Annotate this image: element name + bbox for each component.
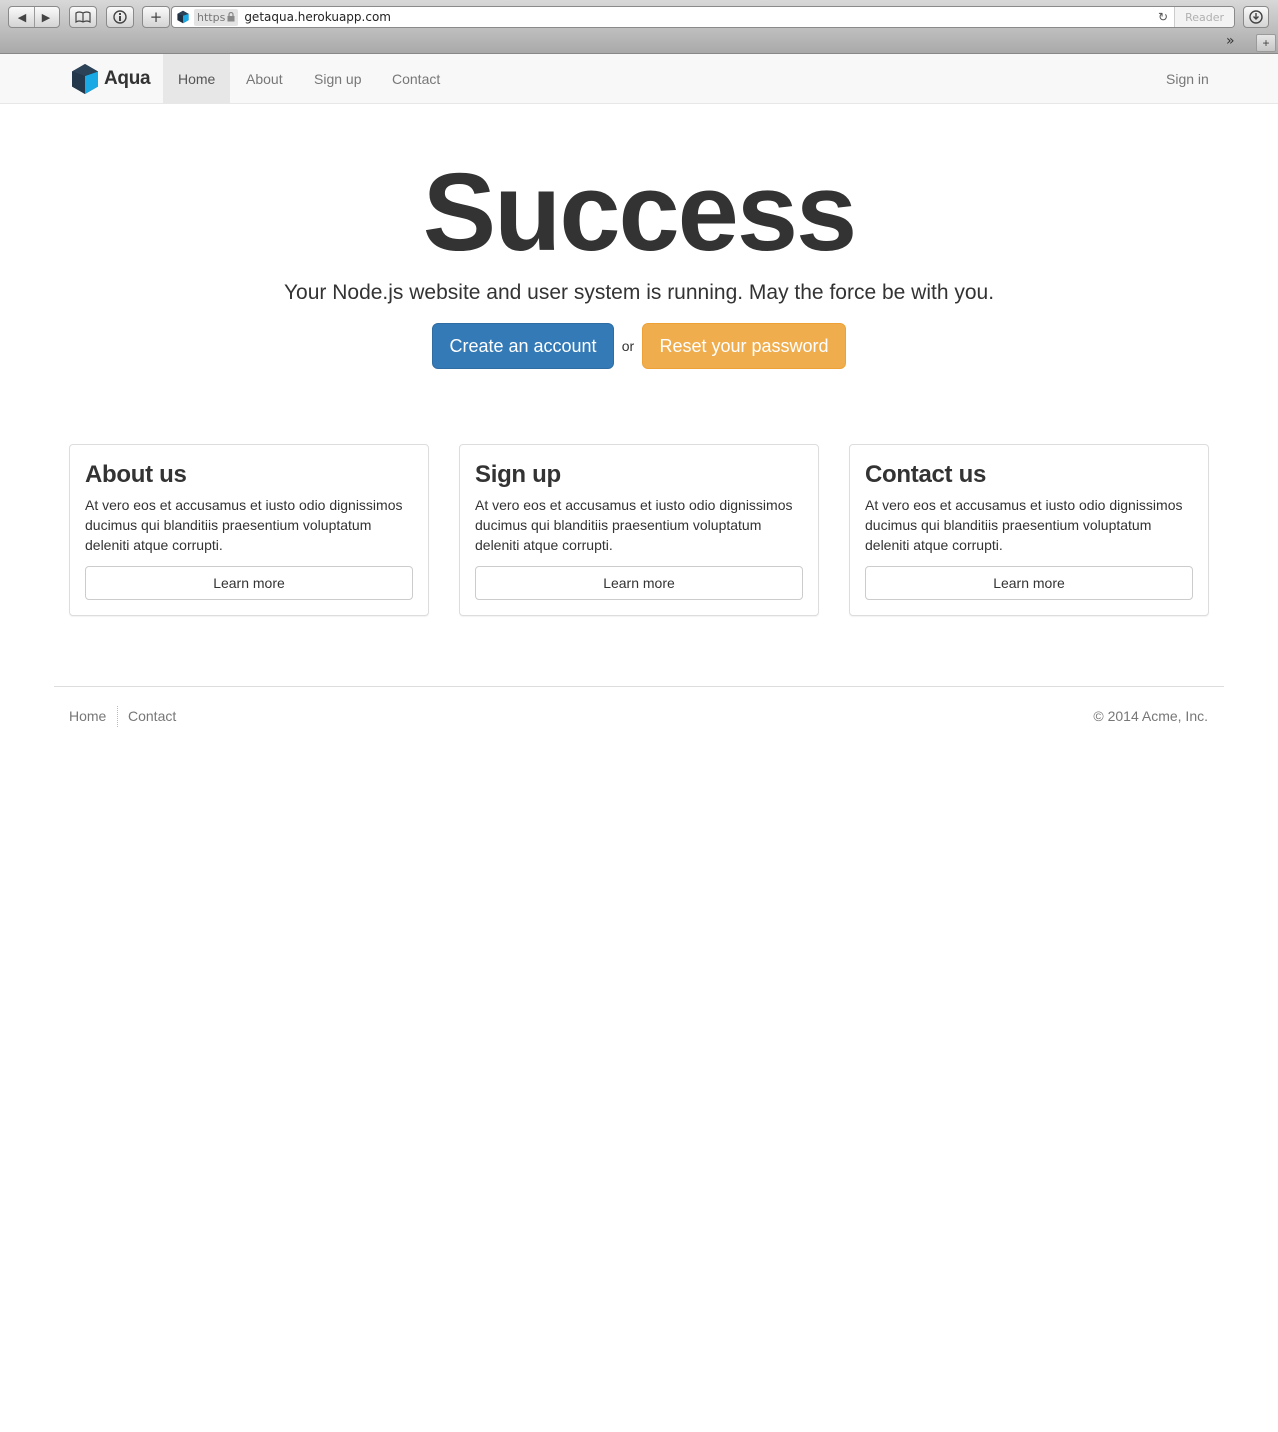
panel-body: At vero eos et accusamus et iusto odio d…	[85, 497, 403, 553]
footer-divider	[54, 686, 1224, 687]
url-scheme-label: https	[197, 10, 226, 24]
reload-icon[interactable]: ↻	[1158, 10, 1168, 24]
new-tab-button[interactable]: +	[1256, 34, 1276, 52]
url-scheme: https	[194, 8, 239, 26]
nav-home[interactable]: Home	[163, 54, 231, 103]
nav-sign-up[interactable]: Sign up	[299, 54, 376, 103]
bookmarks-button[interactable]	[69, 6, 97, 28]
learn-more-button[interactable]: Learn more	[865, 566, 1193, 600]
aqua-favicon-icon	[177, 10, 189, 24]
plus-icon: +	[149, 8, 163, 26]
panel-title: Contact us	[865, 461, 987, 488]
nav-sign-in[interactable]: Sign in	[1151, 54, 1224, 103]
footer-separator	[117, 706, 118, 727]
learn-more-button[interactable]: Learn more	[475, 566, 803, 600]
panel-body: At vero eos et accusamus et iusto odio d…	[865, 497, 1183, 553]
reader-button[interactable]: Reader	[1174, 7, 1234, 27]
panel-body: At vero eos et accusamus et iusto odio d…	[475, 497, 793, 553]
nav-contact[interactable]: Contact	[377, 54, 455, 103]
book-icon	[75, 11, 91, 23]
panel-sign-up: Sign up At vero eos et accusamus et iust…	[459, 444, 819, 616]
reset-password-button[interactable]: Reset your password	[642, 323, 846, 369]
copyright: © 2014 Acme, Inc.	[1093, 708, 1208, 724]
panel-about-us: About us At vero eos et accusamus et ius…	[69, 444, 429, 616]
top-sites-button[interactable]	[106, 6, 134, 28]
add-bookmark-button[interactable]: +	[142, 6, 170, 28]
browser-chrome: ◀ ▶ + https getaqua.herokuapp.com ↻ Read…	[0, 0, 1278, 54]
brand-link[interactable]: Aqua	[70, 63, 151, 95]
panel-title: About us	[85, 461, 187, 488]
learn-more-button[interactable]: Learn more	[85, 566, 413, 600]
aqua-logo-icon	[72, 64, 98, 94]
bookmarks-overflow-icon[interactable]: »	[1226, 33, 1235, 49]
hero-title: Success	[422, 151, 857, 274]
or-text: or	[621, 338, 635, 354]
lock-icon	[227, 12, 235, 22]
create-account-button[interactable]: Create an account	[432, 323, 614, 369]
footer-link-contact[interactable]: Contact	[128, 708, 176, 724]
panel-title: Sign up	[475, 461, 561, 488]
info-icon	[113, 10, 127, 24]
footer-link-home[interactable]: Home	[69, 708, 106, 724]
back-forward-buttons[interactable]: ◀ ▶	[8, 6, 60, 28]
brand-name: Aqua	[104, 68, 151, 89]
nav-about[interactable]: About	[231, 54, 298, 103]
download-icon	[1249, 10, 1263, 24]
panel-contact-us: Contact us At vero eos et accusamus et i…	[849, 444, 1209, 616]
hero-subtitle: Your Node.js website and user system is …	[283, 281, 995, 304]
url-text[interactable]: getaqua.herokuapp.com	[244, 10, 391, 24]
address-bar[interactable]: https getaqua.herokuapp.com ↻ Reader	[171, 6, 1235, 28]
hero-actions: Create an account or Reset your password	[432, 323, 846, 369]
back-icon[interactable]: ◀	[11, 11, 34, 24]
navbar: Aqua Home About Sign up Contact Sign in	[0, 54, 1278, 104]
downloads-button[interactable]	[1243, 6, 1269, 28]
forward-icon[interactable]: ▶	[35, 11, 58, 24]
